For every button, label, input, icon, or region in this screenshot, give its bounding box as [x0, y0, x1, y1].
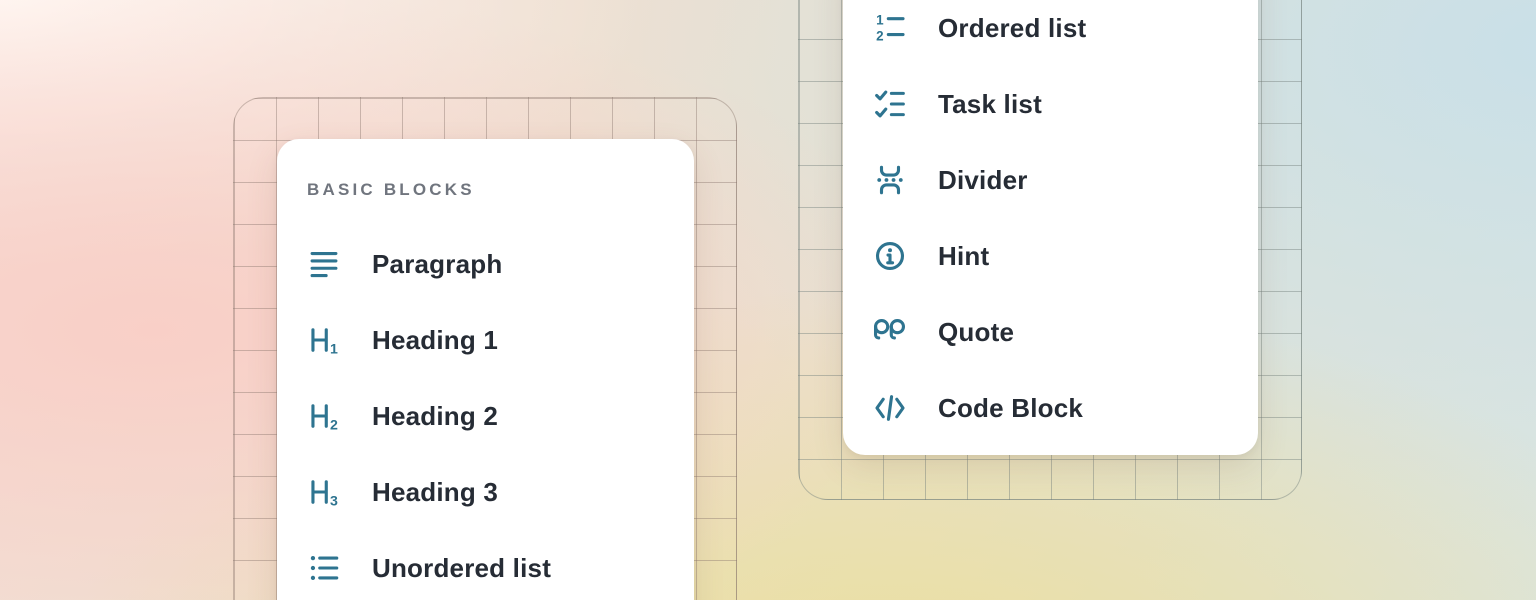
paragraph-icon: [307, 247, 341, 281]
hint-icon: [873, 239, 907, 273]
svg-text:1: 1: [876, 12, 884, 27]
menu-item-heading-1[interactable]: 1 Heading 1: [307, 302, 694, 378]
more-blocks-menu: 1 2 Ordered list Task list: [843, 0, 1258, 455]
menu-item-heading-2[interactable]: 2 Heading 2: [307, 378, 694, 454]
menu-item-unordered-list[interactable]: Unordered list: [307, 530, 694, 600]
section-label-basic-blocks: BASIC BLOCKS: [307, 181, 694, 199]
ordered-list-icon: 1 2: [873, 11, 907, 45]
menu-item-label: Paragraph: [372, 249, 502, 280]
menu-item-label: Unordered list: [372, 553, 551, 584]
unordered-list-icon: [307, 551, 341, 585]
task-list-icon: [873, 87, 907, 121]
menu-item-divider[interactable]: Divider: [873, 142, 1258, 218]
menu-item-label: Ordered list: [938, 13, 1086, 44]
menu-item-ordered-list[interactable]: 1 2 Ordered list: [873, 0, 1258, 66]
heading-2-icon: 2: [307, 399, 341, 433]
menu-item-code-block[interactable]: Code Block: [873, 370, 1258, 446]
svg-text:2: 2: [330, 418, 338, 433]
svg-text:2: 2: [876, 28, 883, 43]
svg-text:1: 1: [330, 342, 338, 357]
menu-item-label: Quote: [938, 317, 1014, 348]
menu-item-label: Code Block: [938, 393, 1083, 424]
divider-icon: [873, 163, 907, 197]
heading-1-icon: 1: [307, 323, 341, 357]
code-block-icon: [873, 391, 907, 425]
menu-item-quote[interactable]: Quote: [873, 294, 1258, 370]
gradient-backdrop: BASIC BLOCKS Paragraph 1 Heading 1: [0, 0, 1536, 600]
svg-text:3: 3: [330, 494, 338, 509]
menu-item-label: Hint: [938, 241, 989, 272]
menu-item-hint[interactable]: Hint: [873, 218, 1258, 294]
menu-item-label: Heading 2: [372, 401, 498, 432]
menu-item-label: Heading 3: [372, 477, 498, 508]
quote-icon: [873, 315, 907, 349]
basic-blocks-list: Paragraph 1 Heading 1 2: [307, 226, 694, 600]
heading-3-icon: 3: [307, 475, 341, 509]
menu-item-label: Heading 1: [372, 325, 498, 356]
menu-item-label: Divider: [938, 165, 1028, 196]
menu-item-label: Task list: [938, 89, 1042, 120]
menu-item-paragraph[interactable]: Paragraph: [307, 226, 694, 302]
menu-item-heading-3[interactable]: 3 Heading 3: [307, 454, 694, 530]
more-blocks-list: 1 2 Ordered list Task list: [873, 0, 1258, 446]
basic-blocks-menu: BASIC BLOCKS Paragraph 1 Heading 1: [277, 139, 694, 600]
menu-item-task-list[interactable]: Task list: [873, 66, 1258, 142]
